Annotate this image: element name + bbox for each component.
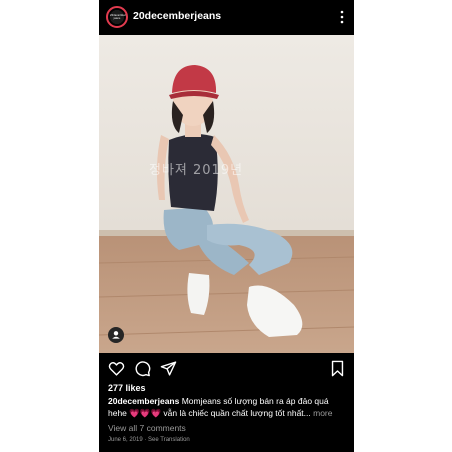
see-translation-link[interactable]: See Translation [148, 437, 190, 443]
post-header: 20december jeans 20decemberjeans [99, 0, 354, 34]
comment-icon[interactable] [134, 360, 151, 377]
photo-watermark: 정바져 2019년 [149, 163, 244, 178]
post-photo[interactable]: 정바져 2019년 [99, 35, 354, 353]
more-vertical-icon[interactable] [339, 10, 345, 24]
heart-icon[interactable] [108, 360, 125, 377]
user-tag-icon[interactable] [108, 327, 124, 343]
instagram-post-screen: 20december jeans 20decemberjeans 정바져 201… [99, 0, 354, 452]
post-date: June 6, 2019 [108, 437, 143, 443]
post-username[interactable]: 20decemberjeans [133, 10, 221, 22]
post-caption: 20decemberjeans Momjeans số lượng bán ra… [108, 395, 348, 419]
caption-username[interactable]: 20decemberjeans [108, 396, 179, 406]
send-icon[interactable] [160, 360, 177, 377]
post-meta: June 6, 2019 · See Translation [108, 437, 190, 443]
post-action-bar [99, 356, 354, 378]
profile-avatar[interactable]: 20december jeans [106, 6, 128, 28]
bookmark-icon[interactable] [329, 360, 346, 377]
likes-count[interactable]: 277 likes [108, 383, 146, 393]
photo-illustration [99, 35, 354, 353]
avatar-logo-text: 20december jeans [110, 14, 126, 20]
caption-more-link[interactable]: more [311, 408, 332, 418]
view-comments-link[interactable]: View all 7 comments [108, 423, 186, 433]
